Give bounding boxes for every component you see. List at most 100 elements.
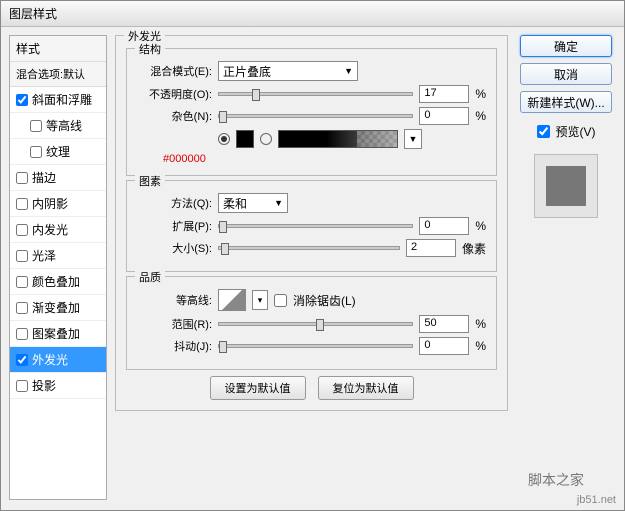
px-unit: 像素 [462,240,486,257]
sidebar-item-10[interactable]: 外发光 [10,347,106,373]
gradient-picker[interactable] [278,130,398,148]
method-label: 方法(Q): [137,195,212,211]
size-slider[interactable] [218,246,400,250]
blend-mode-combo[interactable]: 正片叠底 ▼ [218,61,358,81]
blend-mode-value: 正片叠底 [223,63,271,80]
range-input[interactable]: 50 [419,315,469,333]
preview-label: 预览(V) [556,123,596,140]
new-style-button[interactable]: 新建样式(W)... [520,91,612,113]
sidebar-item-label: 内阴影 [32,195,68,212]
layer-style-dialog: 图层样式 样式 混合选项:默认 斜面和浮雕等高线纹理描边内阴影内发光光泽颜色叠加… [0,0,625,511]
preview-checkbox[interactable] [537,125,550,138]
sidebar-item-label: 描边 [32,169,56,186]
noise-label: 杂色(N): [137,108,212,124]
gradient-dropdown[interactable]: ▼ [404,129,422,149]
sidebar-item-label: 斜面和浮雕 [32,91,92,108]
sidebar-checkbox[interactable] [16,354,28,366]
sidebar-item-5[interactable]: 内发光 [10,217,106,243]
set-default-button[interactable]: 设置为默认值 [210,376,306,400]
sidebar-checkbox[interactable] [16,302,28,314]
sidebar-item-9[interactable]: 图案叠加 [10,321,106,347]
jitter-input[interactable]: 0 [419,337,469,355]
pct-unit: % [475,317,486,331]
jitter-slider[interactable] [218,344,413,348]
chevron-down-icon: ▼ [409,134,418,144]
sidebar-checkbox[interactable] [16,276,28,288]
watermark-url: jb51.net [577,494,616,506]
ok-button[interactable]: 确定 [520,35,612,57]
sidebar-item-7[interactable]: 颜色叠加 [10,269,106,295]
blend-mode-label: 混合模式(E): [137,63,212,79]
sidebar-item-2[interactable]: 纹理 [10,139,106,165]
cancel-button[interactable]: 取消 [520,63,612,85]
noise-input[interactable]: 0 [419,107,469,125]
elements-legend: 图素 [135,173,165,189]
jitter-label: 抖动(J): [137,338,212,354]
antialias-label: 消除锯齿(L) [293,292,356,309]
title-text: 图层样式 [9,7,57,21]
sidebar-item-0[interactable]: 斜面和浮雕 [10,87,106,113]
sidebar-item-label: 图案叠加 [32,325,80,342]
sidebar-item-label: 光泽 [32,247,56,264]
hex-annotation: #000000 [163,153,486,165]
opacity-label: 不透明度(O): [137,86,212,102]
structure-legend: 结构 [135,41,165,57]
reset-default-button[interactable]: 复位为默认值 [318,376,414,400]
sidebar-checkbox[interactable] [16,224,28,236]
chevron-down-icon: ▼ [344,66,353,76]
sidebar-checkbox[interactable] [30,146,42,158]
sidebar-item-1[interactable]: 等高线 [10,113,106,139]
sidebar-item-4[interactable]: 内阴影 [10,191,106,217]
spread-label: 扩展(P): [137,218,212,234]
chevron-down-icon: ▾ [258,295,263,306]
spread-slider[interactable] [218,224,413,228]
size-input[interactable]: 2 [406,239,456,257]
pct-unit: % [475,339,486,353]
sidebar-checkbox[interactable] [16,328,28,340]
sidebar-header[interactable]: 样式 [10,36,106,62]
sidebar-checkbox[interactable] [16,94,28,106]
structure-group: 结构 混合模式(E): 正片叠底 ▼ 不透明度(O): 17 % [126,48,497,176]
preview-thumbnail [534,154,598,218]
color-radio[interactable] [218,133,230,145]
opacity-slider[interactable] [218,92,413,96]
pct-unit: % [475,87,486,101]
sidebar-checkbox[interactable] [16,250,28,262]
pct-unit: % [475,109,486,123]
quality-legend: 品质 [135,269,165,285]
sidebar-item-11[interactable]: 投影 [10,373,106,399]
titlebar[interactable]: 图层样式 [1,1,624,27]
sidebar-item-label: 内发光 [32,221,68,238]
pct-unit: % [475,219,486,233]
contour-picker[interactable] [218,289,246,311]
outer-glow-panel: 外发光 结构 混合模式(E): 正片叠底 ▼ 不透明度(O): 17 [115,35,508,411]
gradient-radio[interactable] [260,133,272,145]
opacity-input[interactable]: 17 [419,85,469,103]
sidebar-item-label: 颜色叠加 [32,273,80,290]
antialias-checkbox[interactable] [274,294,287,307]
sidebar-checkbox[interactable] [30,120,42,132]
sidebar-checkbox[interactable] [16,172,28,184]
sidebar-item-label: 等高线 [46,117,82,134]
sidebar-blend-defaults[interactable]: 混合选项:默认 [10,62,106,87]
sidebar-item-8[interactable]: 渐变叠加 [10,295,106,321]
elements-group: 图素 方法(Q): 柔和 ▼ 扩展(P): 0 % [126,180,497,272]
chevron-down-icon: ▼ [274,198,283,208]
contour-label: 等高线: [137,292,212,308]
color-swatch[interactable] [236,130,254,148]
spread-input[interactable]: 0 [419,217,469,235]
sidebar-item-label: 外发光 [32,351,68,368]
sidebar-item-label: 纹理 [46,143,70,160]
sidebar-checkbox[interactable] [16,198,28,210]
quality-group: 品质 等高线: ▾ 消除锯齿(L) 范围(R): 50 % [126,276,497,370]
noise-slider[interactable] [218,114,413,118]
sidebar-checkbox[interactable] [16,380,28,392]
watermark-text: 脚本之家 [528,470,584,490]
sidebar-item-label: 渐变叠加 [32,299,80,316]
contour-dropdown[interactable]: ▾ [252,290,268,310]
sidebar-item-6[interactable]: 光泽 [10,243,106,269]
range-slider[interactable] [218,322,413,326]
sidebar-item-3[interactable]: 描边 [10,165,106,191]
styles-sidebar: 样式 混合选项:默认 斜面和浮雕等高线纹理描边内阴影内发光光泽颜色叠加渐变叠加图… [9,35,107,500]
method-combo[interactable]: 柔和 ▼ [218,193,288,213]
